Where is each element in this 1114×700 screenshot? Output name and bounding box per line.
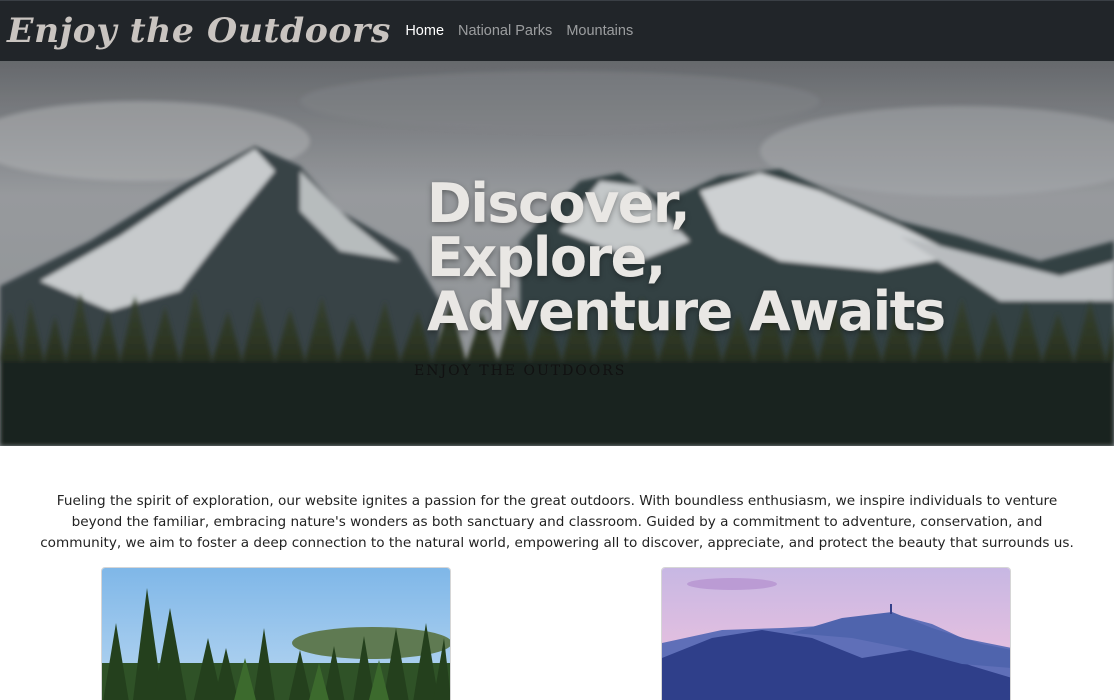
hero-banner: Discover, Explore, Adventure Awaits ENJO… [0,61,1114,446]
hero-title: Discover, Explore, Adventure Awaits [427,172,946,343]
hero-title-line-1: Discover, [427,172,691,235]
hero-subtitle: ENJOY THE OUTDOORS [414,363,627,379]
nav-links: Home National Parks Mountains [405,23,633,39]
nav-link-mountains[interactable]: Mountains [566,23,633,39]
forest-card[interactable] [101,567,451,700]
hero-title-line-3: Adventure Awaits [427,280,946,343]
nav-link-home[interactable]: Home [405,23,444,39]
nav-link-national-parks[interactable]: National Parks [458,23,552,39]
intro-paragraph: Fueling the spirit of exploration, our w… [40,493,1074,551]
hero-title-line-2: Explore, [427,226,666,289]
purple-mountain-sunset-image [662,568,1010,700]
mountain-card[interactable] [661,567,1011,700]
top-navbar: Enjoy the Outdoors Home National Parks M… [0,0,1114,61]
forest-pine-trees-image [102,568,450,700]
brand-logo[interactable]: Enjoy the Outdoors [7,11,391,51]
